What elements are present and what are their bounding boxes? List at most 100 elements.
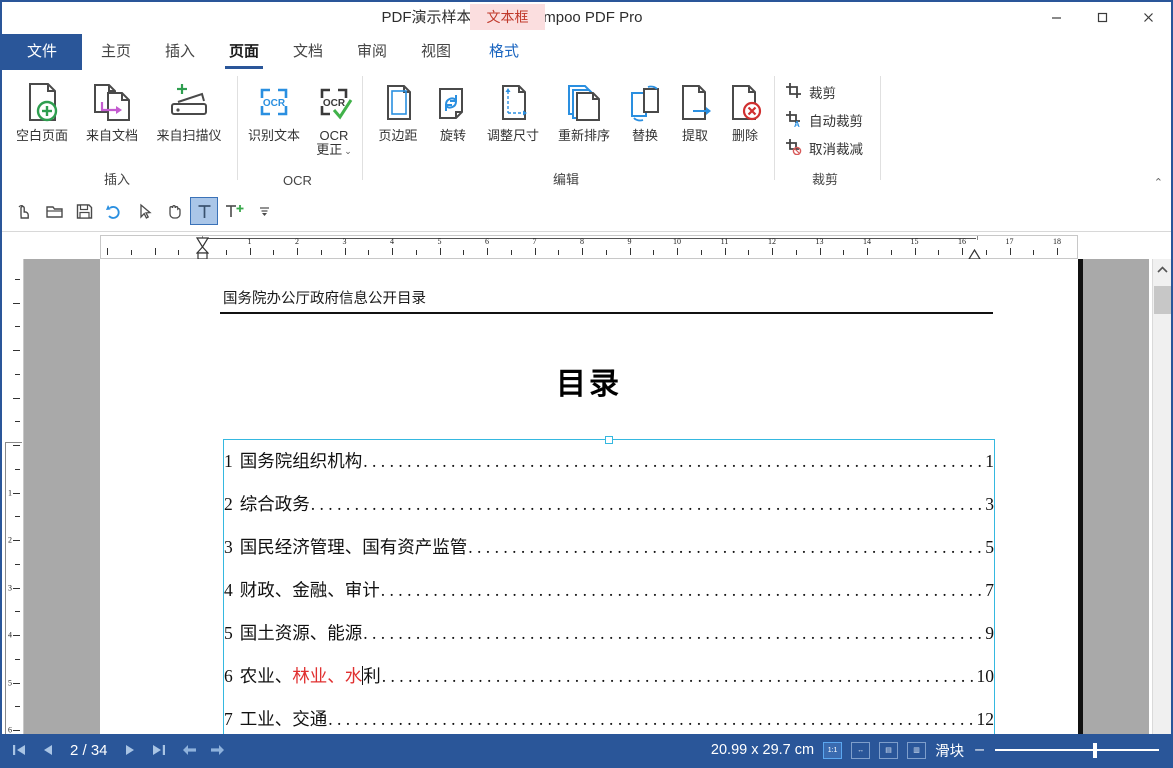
ruler-top-line: [202, 238, 976, 239]
ribbon-button-from-scanner[interactable]: 来自扫描仪: [148, 76, 230, 143]
add-text-icon[interactable]: [220, 197, 248, 225]
collapse-ribbon-button[interactable]: ⌃: [1154, 176, 1163, 189]
chevron-down-icon[interactable]: ⌄: [344, 146, 352, 156]
ruler-tick: [297, 248, 298, 255]
back-button[interactable]: [181, 742, 198, 759]
zoom-out-button[interactable]: –: [973, 741, 986, 759]
toc-entry[interactable]: 3 国民经济管理、国有资产监管..........................…: [224, 534, 994, 557]
ribbon-button-uncrop[interactable]: 取消裁减: [785, 138, 863, 158]
ribbon-group-crop: 裁剪 A 自动裁剪 取消裁减 裁剪: [775, 70, 881, 190]
ruler-number: 15: [910, 237, 919, 246]
toc-entry[interactable]: 2 综合政务...................................…: [224, 491, 994, 514]
select-arrow-icon[interactable]: [130, 197, 158, 225]
scrollbar-thumb[interactable]: [1154, 286, 1171, 314]
scroll-up-icon[interactable]: [1153, 259, 1171, 281]
ribbon-label: 自动裁剪: [809, 114, 863, 129]
ruler-tick: [985, 250, 987, 255]
page-shadow: [1078, 259, 1083, 738]
ribbon-button-blank-page[interactable]: 空白页面: [8, 76, 76, 143]
vertical-ruler[interactable]: 123456: [2, 259, 24, 738]
menu-tab-document[interactable]: 文档: [278, 34, 338, 70]
first-line-indent-marker[interactable]: [195, 235, 210, 249]
ribbon-label: 旋转: [439, 128, 466, 143]
previous-page-button[interactable]: [39, 742, 56, 759]
toc-entry[interactable]: 4 财政、金融、审计...............................…: [224, 577, 994, 600]
toc-entry-title: 农业、林业、水利: [240, 663, 381, 688]
minimize-button[interactable]: [1033, 2, 1079, 33]
touch-mode-icon[interactable]: [10, 197, 38, 225]
ribbon-button-page-margins[interactable]: 页边距: [369, 76, 427, 143]
application-window: PDF演示样本.pdf - Ashampoo PDF Pro 文本框 文件 主页…: [0, 0, 1173, 768]
save-icon[interactable]: [70, 197, 98, 225]
menu-tab-page[interactable]: 页面: [214, 34, 274, 70]
right-indent-marker[interactable]: [967, 247, 982, 260]
toc-entry[interactable]: 6 农业、林业、水利...............................…: [224, 663, 994, 688]
page-margins-icon: [369, 76, 427, 124]
menu-tab-format[interactable]: 格式: [474, 34, 534, 70]
resize-handle-top[interactable]: [605, 436, 613, 444]
forward-button[interactable]: [209, 742, 226, 759]
pdf-page[interactable]: 国务院办公厅政府信息公开目录 目录 1 国务院组织机构..............…: [100, 259, 1078, 738]
ruler-tick: [938, 250, 940, 255]
ribbon-button-auto-crop[interactable]: A 自动裁剪: [785, 110, 863, 130]
floating-textbox-tab[interactable]: 文本框: [470, 4, 545, 30]
toc-entry-page: 12: [976, 709, 995, 729]
ribbon-button-replace[interactable]: 替换: [621, 76, 669, 143]
last-page-button[interactable]: [150, 742, 167, 759]
ribbon-button-extract[interactable]: 提取: [671, 76, 719, 143]
ribbon-button-reorder[interactable]: 重新排序: [549, 76, 619, 143]
crop-icon: [785, 82, 802, 102]
menu-tab-review[interactable]: 审阅: [342, 34, 402, 70]
page-from-document-icon: [78, 76, 146, 124]
maximize-button[interactable]: [1079, 2, 1125, 33]
open-folder-icon[interactable]: [40, 197, 68, 225]
zoom-slider-label: 滑块: [935, 743, 965, 760]
menu-tab-home[interactable]: 主页: [86, 34, 146, 70]
close-button[interactable]: [1125, 2, 1171, 33]
ribbon-button-rotate[interactable]: 旋转: [429, 76, 477, 143]
ruler-number: 9: [627, 237, 632, 246]
ribbon-button-resize[interactable]: 调整尺寸: [479, 76, 547, 143]
document-viewport[interactable]: 国务院办公厅政府信息公开目录 目录 1 国务院组织机构..............…: [24, 259, 1149, 738]
view-mode-continuous-page[interactable]: ▥: [907, 741, 927, 759]
vruler-tick: [13, 492, 20, 494]
toc-entry[interactable]: 1 国务院组织机构................................…: [224, 448, 994, 471]
ribbon-button-recognize-text[interactable]: OCR 识别文本: [242, 76, 306, 143]
undo-icon[interactable]: [100, 197, 128, 225]
zoom-slider-knob[interactable]: [1093, 743, 1097, 758]
toc-entry[interactable]: 5 国土资源、能源................................…: [224, 620, 994, 643]
toc-entry-number: 2: [224, 494, 233, 514]
ribbon-button-delete[interactable]: 删除: [721, 76, 769, 143]
page-indicator[interactable]: 2 / 34: [67, 742, 111, 759]
vruler-number: 1: [8, 488, 12, 497]
pan-hand-icon[interactable]: [160, 197, 188, 225]
toc-title-highlighted: 林业、水: [292, 666, 363, 686]
menu-tab-view[interactable]: 视图: [406, 34, 466, 70]
view-mode-fit-width[interactable]: ↔: [851, 741, 871, 759]
view-mode-single-page[interactable]: ▤: [879, 741, 899, 759]
ribbon-button-ocr-correct[interactable]: OCR OCR 更正 ⌄: [306, 76, 362, 159]
textbox-selection[interactable]: 1 国务院组织机构................................…: [223, 436, 995, 738]
ruler-tick: [1057, 248, 1058, 255]
menu-tab-file[interactable]: 文件: [2, 34, 82, 70]
ruler-tick: [962, 248, 963, 255]
page-navigation: 2 / 34: [2, 742, 226, 759]
vertical-scrollbar[interactable]: [1152, 259, 1171, 738]
more-tools-icon[interactable]: [250, 197, 278, 225]
resize-icon: [479, 76, 547, 124]
next-page-button[interactable]: [122, 742, 139, 759]
view-mode-actual-size[interactable]: 1:1: [823, 741, 843, 759]
ribbon-button-crop[interactable]: 裁剪: [785, 82, 836, 102]
text-tool-icon[interactable]: [190, 197, 218, 225]
ruler-tick: [677, 248, 678, 255]
toc-entry[interactable]: 7 工业、交通..................................…: [224, 706, 995, 729]
ruler-number: 6: [485, 237, 489, 246]
horizontal-ruler[interactable]: 1 2 3 4 5 6 7 8 9 10 11 12 13 14 15 16 17 18: [100, 235, 1078, 259]
first-page-button[interactable]: [11, 742, 28, 759]
zoom-slider[interactable]: [995, 743, 1159, 758]
ribbon-button-from-document[interactable]: 来自文档: [78, 76, 146, 143]
menu-tab-insert[interactable]: 插入: [150, 34, 210, 70]
toc-dot-leader: ........................................…: [363, 451, 982, 471]
toc-entry-page: 7: [985, 580, 994, 600]
ribbon-group-label: 编辑: [552, 172, 579, 187]
